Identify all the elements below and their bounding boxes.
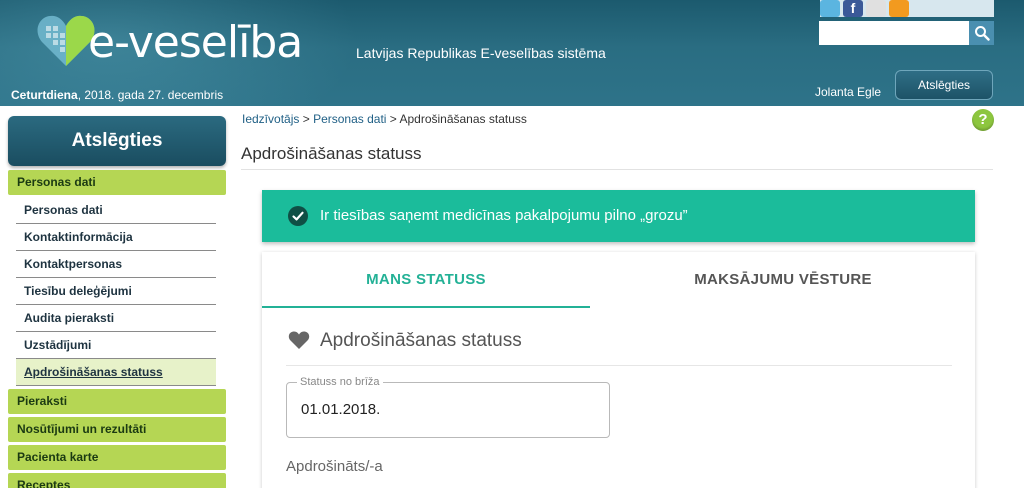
logo-wordmark: e-veselība [88, 17, 303, 68]
section-title: Apdrošināšanas statuss [320, 330, 522, 351]
status-since-field: Statuss no brīža 01.01.2018. [286, 376, 610, 438]
search-input[interactable] [819, 21, 969, 45]
current-date: Ceturtdiena, 2018. gada 27. decembris [11, 88, 224, 102]
sidebar-item-personas-dati[interactable]: Personas dati [16, 197, 216, 224]
sidebar-section-receptes[interactable]: Receptes [8, 473, 226, 488]
tab-maksajumu-vesture[interactable]: MAKSĀJUMU VĒSTURE [618, 252, 948, 308]
main-content: Iedzīvotājs > Personas dati > Apdrošināš… [236, 106, 1024, 488]
logout-button-sidebar[interactable]: Atslēgties [8, 116, 226, 166]
breadcrumb-home[interactable]: Iedzīvotājs [242, 112, 299, 126]
breadcrumb-parent[interactable]: Personas dati [313, 112, 386, 126]
help-icon[interactable]: ? [972, 109, 994, 131]
breadcrumb: Iedzīvotājs > Personas dati > Apdrošināš… [242, 112, 527, 126]
title-divider [241, 169, 993, 170]
breadcrumb-current: Apdrošināšanas statuss [399, 112, 527, 126]
site-logo[interactable]: e-veselība [36, 12, 346, 72]
sidebar-item-apdrosinasanas-statuss[interactable]: Apdrošināšanas statuss [16, 359, 216, 386]
sidebar-item-tiesibu-delegejumi[interactable]: Tiesību deleģējumi [16, 278, 216, 305]
facebook-icon[interactable]: f [843, 0, 863, 17]
site-header: e-veselība Latvijas Republikas E-veselīb… [0, 0, 1024, 106]
logout-button-header[interactable]: Atslēgties [895, 70, 993, 100]
section-divider [286, 365, 952, 366]
sidebar: Atslēgties Personas dati Personas dati K… [0, 106, 236, 488]
banner-message: Ir tiesības saņemt medicīnas pakalpojumu… [320, 207, 688, 224]
heart-icon [288, 331, 310, 349]
twitter-icon[interactable] [820, 0, 840, 17]
sidebar-item-kontaktpersonas[interactable]: Kontaktpersonas [16, 251, 216, 278]
insured-label: Apdrošināts/-a [286, 458, 383, 475]
status-since-value: 01.01.2018. [301, 401, 381, 418]
sidebar-item-audita-pieraksti[interactable]: Audita pieraksti [16, 305, 216, 332]
sidebar-item-uzstadijumi[interactable]: Uzstādījumi [16, 332, 216, 359]
sidebar-section-pieraksti[interactable]: Pieraksti [8, 389, 226, 414]
draugiem-icon[interactable] [866, 0, 886, 17]
social-links: f [820, 0, 909, 17]
rss-icon[interactable] [889, 0, 909, 17]
search-button[interactable] [969, 21, 994, 45]
site-tagline: Latvijas Republikas E-veselības sistēma [356, 45, 606, 61]
sidebar-section-pacienta-karte[interactable]: Pacienta karte [8, 445, 226, 470]
status-banner: Ir tiesības saņemt medicīnas pakalpojumu… [262, 190, 975, 242]
sidebar-section-personas-dati[interactable]: Personas dati [8, 170, 226, 195]
page-title: Apdrošināšanas statuss [241, 144, 422, 163]
sidebar-item-kontaktinformacija[interactable]: Kontaktinformācija [16, 224, 216, 251]
status-card: MANS STATUSS MAKSĀJUMU VĒSTURE Apdrošinā… [262, 252, 975, 488]
status-since-label: Statuss no brīža [297, 376, 383, 388]
sidebar-section-nosutijumi[interactable]: Nosūtījumi un rezultāti [8, 417, 226, 442]
tab-mans-statuss[interactable]: MANS STATUSS [262, 252, 590, 308]
user-name: Jolanta Egle [815, 85, 882, 99]
heart-logo-icon [37, 15, 95, 67]
search-icon [974, 26, 990, 41]
check-circle-icon [288, 206, 308, 226]
